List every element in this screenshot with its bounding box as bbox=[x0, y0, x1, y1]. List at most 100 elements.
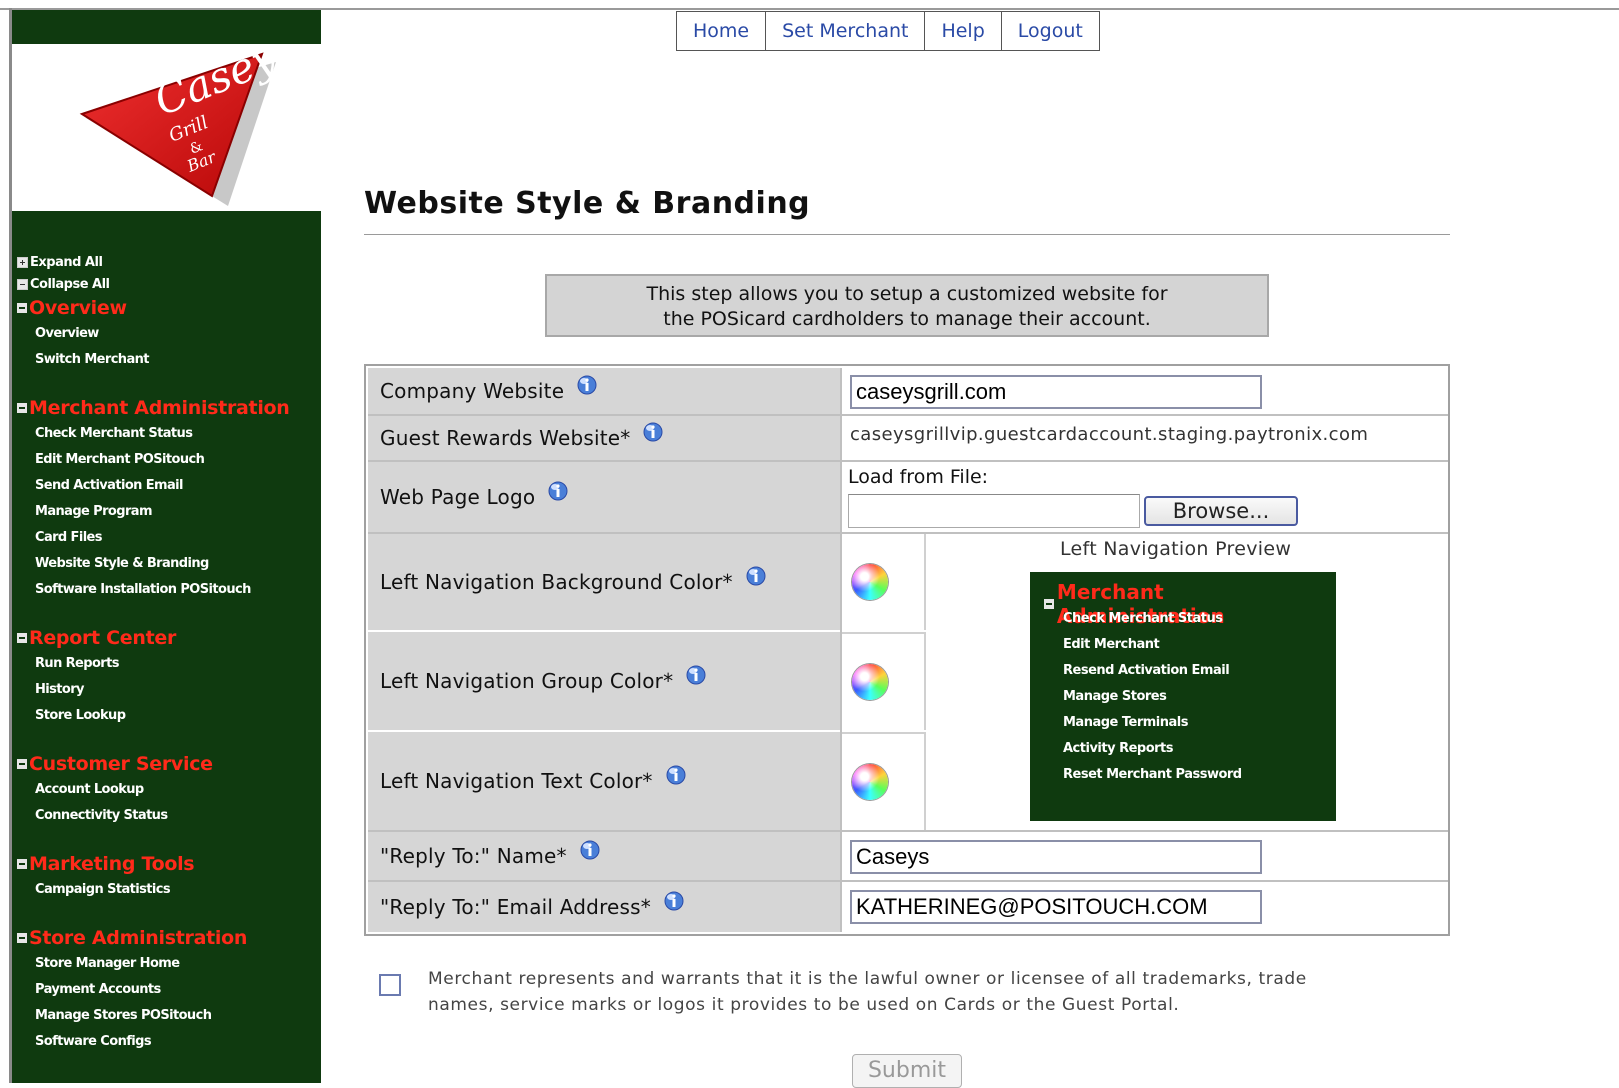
nav-group-customer-service: Customer Service Account Lookup Connecti… bbox=[12, 751, 321, 829]
reply-email-label: "Reply To:" Email Address* bbox=[380, 895, 651, 919]
browse-button[interactable]: Browse... bbox=[1144, 496, 1298, 526]
nav-group-report-center: Report Center Run Reports History Store … bbox=[12, 625, 321, 729]
row-divider bbox=[368, 414, 1448, 416]
collapse-icon bbox=[17, 759, 27, 769]
instructions-line-1: This step allows you to setup a customiz… bbox=[646, 283, 1168, 305]
nav-preview-cell: Left Navigation Preview Merchant Adminis… bbox=[928, 534, 1448, 830]
nav-tree: Expand All Collapse All Overview Overvie… bbox=[12, 251, 321, 1055]
nav-item[interactable]: Software Configs bbox=[12, 1029, 321, 1055]
nav-text-color-label: Left Navigation Text Color* bbox=[380, 769, 653, 793]
nav-item[interactable]: Switch Merchant bbox=[12, 347, 321, 373]
nav-item[interactable]: Store Lookup bbox=[12, 703, 321, 729]
nav-group-store-administration: Store Administration Store Manager Home … bbox=[12, 925, 321, 1055]
reply-email-value-cell: KATHERINEG@POSITOUCH.COM bbox=[842, 882, 1448, 932]
nav-group-color-picker[interactable] bbox=[852, 664, 888, 700]
logo-file-input[interactable] bbox=[848, 494, 1140, 528]
reply-name-label: "Reply To:" Name* bbox=[380, 844, 567, 868]
info-icon[interactable] bbox=[640, 420, 666, 444]
agreement-line-1: Merchant represents and warrants that it… bbox=[428, 969, 1307, 989]
collapse-all-control[interactable]: Collapse All bbox=[12, 273, 321, 295]
company-website-label: Company Website bbox=[380, 379, 565, 403]
reply-name-label-cell: "Reply To:" Name* bbox=[368, 832, 840, 880]
nav-group-marketing-tools: Marketing Tools Campaign Statistics bbox=[12, 851, 321, 903]
nav-group-header[interactable]: Report Center bbox=[12, 625, 321, 651]
agreement-checkbox[interactable] bbox=[379, 974, 401, 996]
nav-item[interactable]: Manage Program bbox=[12, 499, 321, 525]
nav-item[interactable]: Website Style & Branding bbox=[12, 551, 321, 577]
company-website-input[interactable]: caseysgrill.com bbox=[850, 375, 1262, 409]
nav-item[interactable]: Campaign Statistics bbox=[12, 877, 321, 903]
info-icon[interactable] bbox=[577, 838, 603, 862]
guest-rewards-label: Guest Rewards Website* bbox=[380, 426, 631, 450]
nav-bg-color-label: Left Navigation Background Color* bbox=[380, 570, 733, 594]
logout-link[interactable]: Logout bbox=[1000, 12, 1099, 50]
nav-item[interactable]: Run Reports bbox=[12, 651, 321, 677]
home-link[interactable]: Home bbox=[677, 12, 765, 50]
info-icon[interactable] bbox=[663, 763, 689, 787]
info-icon[interactable] bbox=[743, 564, 769, 588]
reply-name-value-cell: Caseys bbox=[842, 832, 1448, 880]
logo-label: Web Page Logo bbox=[380, 485, 536, 509]
set-merchant-link[interactable]: Set Merchant bbox=[765, 12, 924, 50]
nav-text-color-cell bbox=[842, 732, 926, 830]
preview-item: Edit Merchant bbox=[1063, 637, 1160, 652]
nav-item[interactable]: Manage Stores POSitouch bbox=[12, 1003, 321, 1029]
nav-item[interactable]: Connectivity Status bbox=[12, 803, 321, 829]
column-divider bbox=[840, 368, 842, 932]
logo-label-cell: Web Page Logo bbox=[368, 462, 840, 532]
expand-all-label: Expand All bbox=[30, 254, 103, 270]
nav-item[interactable]: Overview bbox=[12, 321, 321, 347]
info-icon[interactable] bbox=[545, 479, 571, 503]
group-title: Store Administration bbox=[29, 927, 248, 949]
reply-email-input[interactable]: KATHERINEG@POSITOUCH.COM bbox=[850, 890, 1262, 924]
nav-item[interactable]: Edit Merchant POSitouch bbox=[12, 447, 321, 473]
group-title: Overview bbox=[29, 297, 127, 319]
nav-bg-color-cell bbox=[842, 534, 926, 630]
help-link[interactable]: Help bbox=[924, 12, 1000, 50]
collapse-icon bbox=[17, 303, 27, 313]
nav-bg-color-picker[interactable] bbox=[852, 564, 888, 600]
reply-name-input[interactable]: Caseys bbox=[850, 840, 1262, 874]
nav-group-overview: Overview Overview Switch Merchant bbox=[12, 295, 321, 373]
instructions-box: This step allows you to setup a customiz… bbox=[545, 274, 1269, 337]
preview-item: Activity Reports bbox=[1063, 741, 1174, 756]
nav-group-header[interactable]: Overview bbox=[12, 295, 321, 321]
nav-item[interactable]: Store Manager Home bbox=[12, 951, 321, 977]
info-icon[interactable] bbox=[683, 663, 709, 687]
caseys-logo: Caseys Grill & Bar bbox=[79, 24, 304, 206]
nav-preview-title: Left Navigation Preview bbox=[1060, 538, 1292, 560]
nav-item[interactable]: Check Merchant Status bbox=[12, 421, 321, 447]
nav-group-header[interactable]: Customer Service bbox=[12, 751, 321, 777]
nav-item[interactable]: History bbox=[12, 677, 321, 703]
expand-all-control[interactable]: Expand All bbox=[12, 251, 321, 273]
row-divider bbox=[368, 880, 1448, 882]
nav-text-color-picker[interactable] bbox=[852, 764, 888, 800]
nav-group-merchant-administration: Merchant Administration Check Merchant S… bbox=[12, 395, 321, 603]
nav-group-color-label: Left Navigation Group Color* bbox=[380, 669, 674, 693]
nav-group-header[interactable]: Merchant Administration bbox=[12, 395, 321, 421]
preview-item: Check Merchant Status bbox=[1063, 611, 1223, 626]
company-website-label-cell: Company Website bbox=[368, 368, 840, 414]
nav-item[interactable]: Payment Accounts bbox=[12, 977, 321, 1003]
preview-item: Reset Merchant Password bbox=[1063, 767, 1242, 782]
agreement-text: Merchant represents and warrants that it… bbox=[428, 966, 1408, 1018]
info-icon[interactable] bbox=[661, 889, 687, 913]
nav-item[interactable]: Card Files bbox=[12, 525, 321, 551]
nav-item[interactable]: Software Installation POSitouch bbox=[12, 577, 321, 603]
nav-item[interactable]: Account Lookup bbox=[12, 777, 321, 803]
group-title: Customer Service bbox=[29, 753, 213, 775]
info-icon[interactable] bbox=[574, 373, 600, 397]
collapse-icon bbox=[17, 859, 27, 869]
nav-group-header[interactable]: Store Administration bbox=[12, 925, 321, 951]
preview-item: Manage Terminals bbox=[1063, 715, 1188, 730]
instructions-line-2: the POSicard cardholders to manage their… bbox=[663, 308, 1151, 330]
nav-group-header[interactable]: Marketing Tools bbox=[12, 851, 321, 877]
nav-group-color-cell bbox=[842, 632, 926, 730]
row-divider bbox=[368, 830, 1448, 832]
left-navigation: Caseys Grill & Bar Expand All Collapse A… bbox=[12, 10, 321, 1083]
preview-item: Manage Stores bbox=[1063, 689, 1167, 704]
nav-item[interactable]: Send Activation Email bbox=[12, 473, 321, 499]
page-title: Website Style & Branding bbox=[364, 186, 811, 221]
logo-value-cell: Load from File: Browse... bbox=[842, 462, 1448, 532]
collapse-all-label: Collapse All bbox=[30, 276, 110, 292]
